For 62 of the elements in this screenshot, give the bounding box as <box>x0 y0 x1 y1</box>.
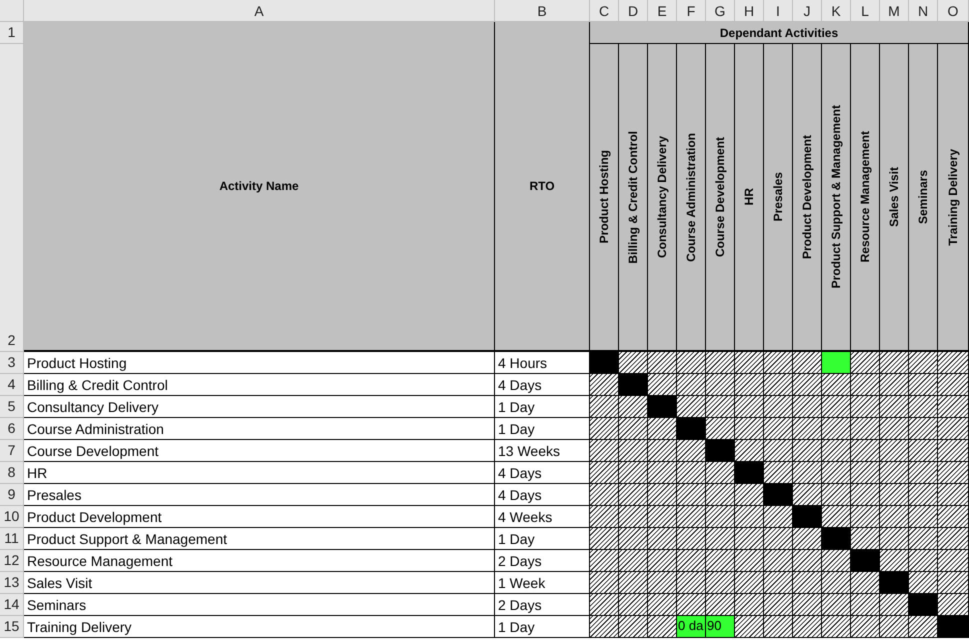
row-header[interactable]: 9 <box>0 484 24 506</box>
column-header[interactable]: O <box>938 0 969 22</box>
header-cell: Training Delivery <box>946 148 960 246</box>
column-header[interactable]: E <box>648 0 677 22</box>
header-cell: Activity Name <box>24 22 495 352</box>
table-cell: Product Support & Management <box>24 528 495 550</box>
column-header[interactable]: A <box>24 0 495 22</box>
header-cell: Seminars <box>916 170 930 224</box>
row-header[interactable]: 8 <box>0 462 24 484</box>
table-cell: Course Development <box>24 440 495 462</box>
row-header[interactable]: 12 <box>0 550 24 572</box>
column-header[interactable]: C <box>590 0 619 22</box>
row-header[interactable]: 6 <box>0 418 24 440</box>
table-cell: Course Administration <box>24 418 495 440</box>
row-header[interactable]: 2 <box>0 44 24 352</box>
header-cell: Billing & Credit Control <box>626 130 640 264</box>
table-cell: Resource Management <box>24 550 495 572</box>
row-header[interactable]: 10 <box>0 506 24 528</box>
row-header[interactable]: 15 <box>0 616 24 638</box>
header-cell: Product Support & Management <box>829 105 843 289</box>
row-header[interactable]: 14 <box>0 594 24 616</box>
header-cell: Course Administration <box>684 132 698 262</box>
column-header[interactable]: H <box>735 0 764 22</box>
row-header[interactable]: 3 <box>0 352 24 374</box>
table-cell: Sales Visit <box>24 572 495 594</box>
row-header[interactable]: 1 <box>0 22 24 44</box>
table-cell: Presales <box>24 484 495 506</box>
select-all-corner[interactable] <box>0 0 24 22</box>
row-header[interactable]: 7 <box>0 440 24 462</box>
header-cell: Course Development <box>713 136 727 258</box>
header-cell: Consultancy Delivery <box>655 136 669 258</box>
header-cell: Dependant Activities <box>590 22 969 44</box>
header-cell: Product Development <box>800 134 814 260</box>
row-header[interactable]: 4 <box>0 374 24 396</box>
table-cell: Product Hosting <box>24 352 495 374</box>
column-header[interactable]: B <box>495 0 590 22</box>
header-cell: HR <box>742 188 756 206</box>
column-header[interactable]: L <box>851 0 880 22</box>
row-header[interactable]: 5 <box>0 396 24 418</box>
header-cell: Product Hosting <box>597 150 611 244</box>
column-header[interactable]: F <box>677 0 706 22</box>
table-cell: Seminars <box>24 594 495 616</box>
table-cell: 90 <box>706 616 735 638</box>
header-cell: Presales <box>771 172 785 222</box>
table-cell: Billing & Credit Control <box>24 374 495 396</box>
header-cell: Sales Visit <box>887 167 901 227</box>
column-header[interactable]: I <box>764 0 793 22</box>
column-header[interactable]: D <box>619 0 648 22</box>
row-header[interactable]: 11 <box>0 528 24 550</box>
row-header[interactable]: 13 <box>0 572 24 594</box>
column-header[interactable]: G <box>706 0 735 22</box>
column-header[interactable]: N <box>909 0 938 22</box>
table-cell: Consultancy Delivery <box>24 396 495 418</box>
header-cell: Resource Management <box>858 131 872 263</box>
header-cell: RTO <box>495 22 590 352</box>
table-cell: HR <box>24 462 495 484</box>
table-cell: 0 da <box>677 616 706 638</box>
table-cell: Product Development <box>24 506 495 528</box>
column-header[interactable]: J <box>793 0 822 22</box>
column-header[interactable]: M <box>880 0 909 22</box>
column-header[interactable]: K <box>822 0 851 22</box>
table-cell: Training Delivery <box>24 616 495 638</box>
